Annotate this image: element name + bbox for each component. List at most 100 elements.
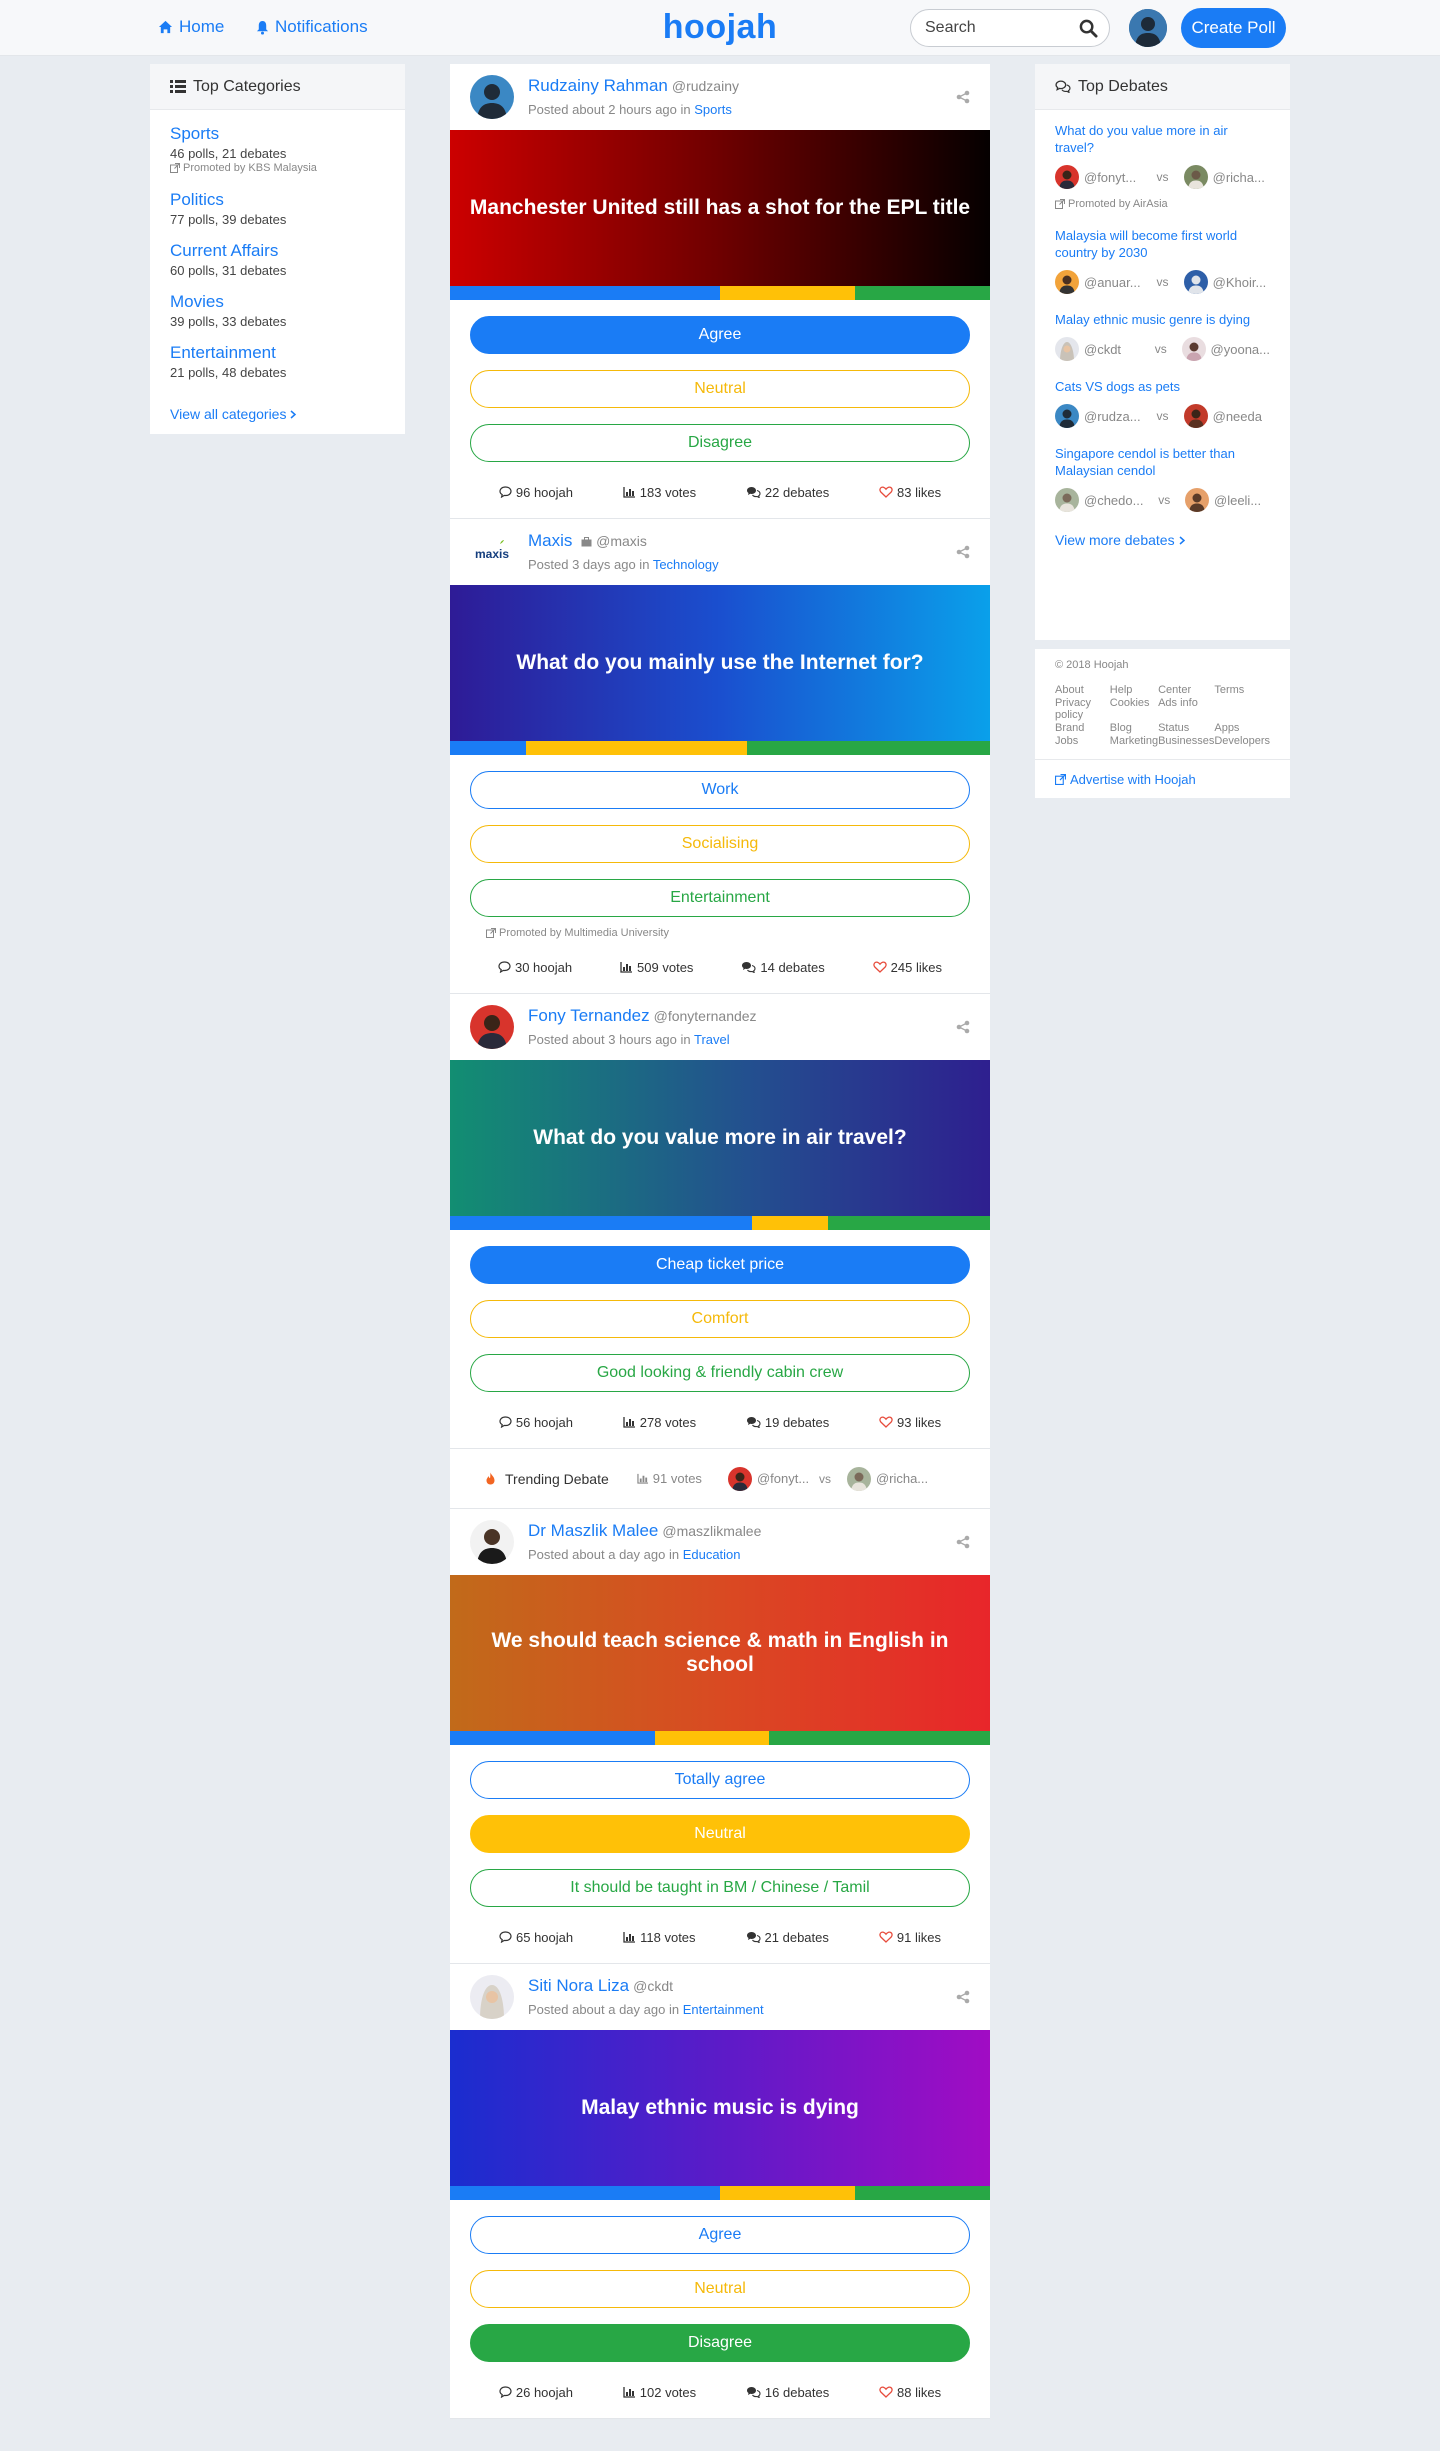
category-link[interactable]: Entertainment [170, 343, 405, 363]
debate-question-link[interactable]: Malaysia will become first world country… [1055, 227, 1270, 261]
poll-option-button[interactable]: Work [470, 771, 970, 809]
footer-link[interactable]: Marketing [1110, 735, 1158, 747]
share-icon[interactable] [956, 545, 970, 559]
debater-handle[interactable]: @ckdt [1084, 342, 1121, 357]
footer-link[interactable]: Businesses [1158, 735, 1214, 747]
likes-count[interactable]: 91 likes [879, 1930, 941, 1945]
footer-link[interactable]: Blog [1110, 722, 1158, 734]
debater-handle[interactable]: @anuar... [1084, 275, 1141, 290]
debates-count[interactable]: 21 debates [746, 1930, 829, 1945]
view-all-categories-link[interactable]: View all categories [170, 406, 405, 422]
author-avatar[interactable] [470, 1005, 514, 1049]
likes-count[interactable]: 93 likes [879, 1415, 941, 1430]
debater-handle[interactable]: @Khoir... [1213, 275, 1267, 290]
debates-count[interactable]: 14 debates [741, 960, 825, 975]
poll-option-button[interactable]: Cheap ticket price [470, 1246, 970, 1284]
votes-count[interactable]: 102 votes [623, 2385, 696, 2400]
poll-question-banner[interactable]: What do you mainly use the Internet for? [450, 585, 990, 741]
votes-count[interactable]: 278 votes [623, 1415, 696, 1430]
debater-handle[interactable]: @needa [1213, 409, 1262, 424]
poll-option-button[interactable]: Neutral [470, 2270, 970, 2308]
poll-option-button[interactable]: Neutral [470, 370, 970, 408]
author-name[interactable]: Dr Maszlik Malee [528, 1521, 658, 1540]
share-icon[interactable] [956, 90, 970, 104]
author-name[interactable]: Fony Ternandez [528, 1006, 650, 1025]
author-avatar[interactable]: maxis [470, 530, 514, 574]
poll-question-banner[interactable]: Manchester United still has a shot for t… [450, 130, 990, 286]
debater-avatar[interactable] [1055, 488, 1079, 512]
poll-option-button[interactable]: Comfort [470, 1300, 970, 1338]
author-avatar[interactable] [470, 1975, 514, 2019]
footer-link[interactable]: Apps [1214, 722, 1270, 734]
footer-link[interactable]: About [1055, 684, 1110, 696]
debater-avatar[interactable] [1055, 404, 1079, 428]
poll-option-button[interactable]: It should be taught in BM / Chinese / Ta… [470, 1869, 970, 1907]
topic-link[interactable]: Education [683, 1547, 741, 1562]
debater-avatar[interactable] [1183, 165, 1208, 189]
debater-left-handle[interactable]: @fonyt... [757, 1471, 813, 1486]
footer-link[interactable]: Terms [1214, 684, 1270, 696]
footer-link[interactable]: Center [1158, 684, 1214, 696]
hoojah-count[interactable]: 65 hoojah [499, 1930, 573, 1945]
debater-avatar[interactable] [1185, 488, 1209, 512]
footer-link[interactable]: Status [1158, 722, 1214, 734]
topic-link[interactable]: Sports [694, 102, 732, 117]
view-more-debates-link[interactable]: View more debates [1055, 532, 1290, 548]
poll-option-button[interactable]: Good looking & friendly cabin crew [470, 1354, 970, 1392]
user-avatar[interactable] [1129, 9, 1167, 47]
debater-avatar[interactable] [1055, 337, 1079, 361]
debate-question-link[interactable]: What do you value more in air travel? [1055, 122, 1270, 156]
debater-handle[interactable]: @leeli... [1214, 493, 1261, 508]
hoojah-count[interactable]: 30 hoojah [498, 960, 572, 975]
category-link[interactable]: Politics [170, 190, 405, 210]
likes-count[interactable]: 245 likes [872, 960, 942, 975]
category-link[interactable]: Current Affairs [170, 241, 405, 261]
debater-avatar[interactable] [846, 1466, 871, 1491]
share-icon[interactable] [956, 1990, 970, 2004]
footer-link[interactable]: Cookies [1110, 697, 1158, 721]
debate-question-link[interactable]: Malay ethnic music genre is dying [1055, 311, 1270, 328]
author-avatar[interactable] [470, 75, 514, 119]
footer-link[interactable]: Brand [1055, 722, 1110, 734]
debates-count[interactable]: 19 debates [746, 1415, 829, 1430]
debates-count[interactable]: 22 debates [746, 485, 829, 500]
poll-option-button[interactable]: Agree [470, 2216, 970, 2254]
footer-link[interactable]: Privacy policy [1055, 697, 1110, 721]
hoojah-count[interactable]: 96 hoojah [499, 485, 573, 500]
author-name[interactable]: Rudzainy Rahman [528, 76, 668, 95]
debater-handle[interactable]: @rudza... [1084, 409, 1141, 424]
category-link[interactable]: Movies [170, 292, 405, 312]
poll-option-button[interactable]: Disagree [470, 424, 970, 462]
topic-link[interactable]: Technology [653, 557, 719, 572]
author-name[interactable]: Siti Nora Liza [528, 1976, 629, 1995]
share-icon[interactable] [956, 1020, 970, 1034]
footer-link[interactable]: Help [1110, 684, 1158, 696]
poll-option-button[interactable]: Neutral [470, 1815, 970, 1853]
trending-debate-row[interactable]: Trending Debate 91 votes @fonyt... vs @r… [450, 1449, 990, 1509]
poll-question-banner[interactable]: Malay ethnic music is dying [450, 2030, 990, 2186]
author-name[interactable]: Maxis [528, 531, 572, 550]
topic-link[interactable]: Travel [694, 1032, 730, 1047]
poll-question-banner[interactable]: We should teach science & math in Englis… [450, 1575, 990, 1731]
votes-count[interactable]: 509 votes [620, 960, 693, 975]
debater-avatar[interactable] [1181, 337, 1206, 361]
poll-option-button[interactable]: Socialising [470, 825, 970, 863]
debate-question-link[interactable]: Singapore cendol is better than Malaysia… [1055, 445, 1270, 479]
hoojah-count[interactable]: 56 hoojah [499, 1415, 573, 1430]
likes-count[interactable]: 83 likes [879, 485, 941, 500]
debates-count[interactable]: 16 debates [746, 2385, 829, 2400]
debater-handle[interactable]: @chedo... [1084, 493, 1143, 508]
category-link[interactable]: Sports [170, 124, 405, 144]
debate-question-link[interactable]: Cats VS dogs as pets [1055, 378, 1270, 395]
poll-question-banner[interactable]: What do you value more in air travel? [450, 1060, 990, 1216]
debater-handle[interactable]: @richa... [1213, 170, 1265, 185]
debater-handle[interactable]: @fonyt... [1084, 170, 1136, 185]
footer-link[interactable]: Developers [1214, 735, 1270, 747]
debater-avatar[interactable] [1055, 165, 1079, 189]
votes-count[interactable]: 183 votes [623, 485, 696, 500]
footer-link[interactable]: Ads info [1158, 697, 1214, 721]
likes-count[interactable]: 88 likes [879, 2385, 941, 2400]
search-input[interactable] [925, 19, 1075, 37]
debater-avatar[interactable] [1183, 270, 1208, 294]
debater-avatar[interactable] [1055, 270, 1079, 294]
